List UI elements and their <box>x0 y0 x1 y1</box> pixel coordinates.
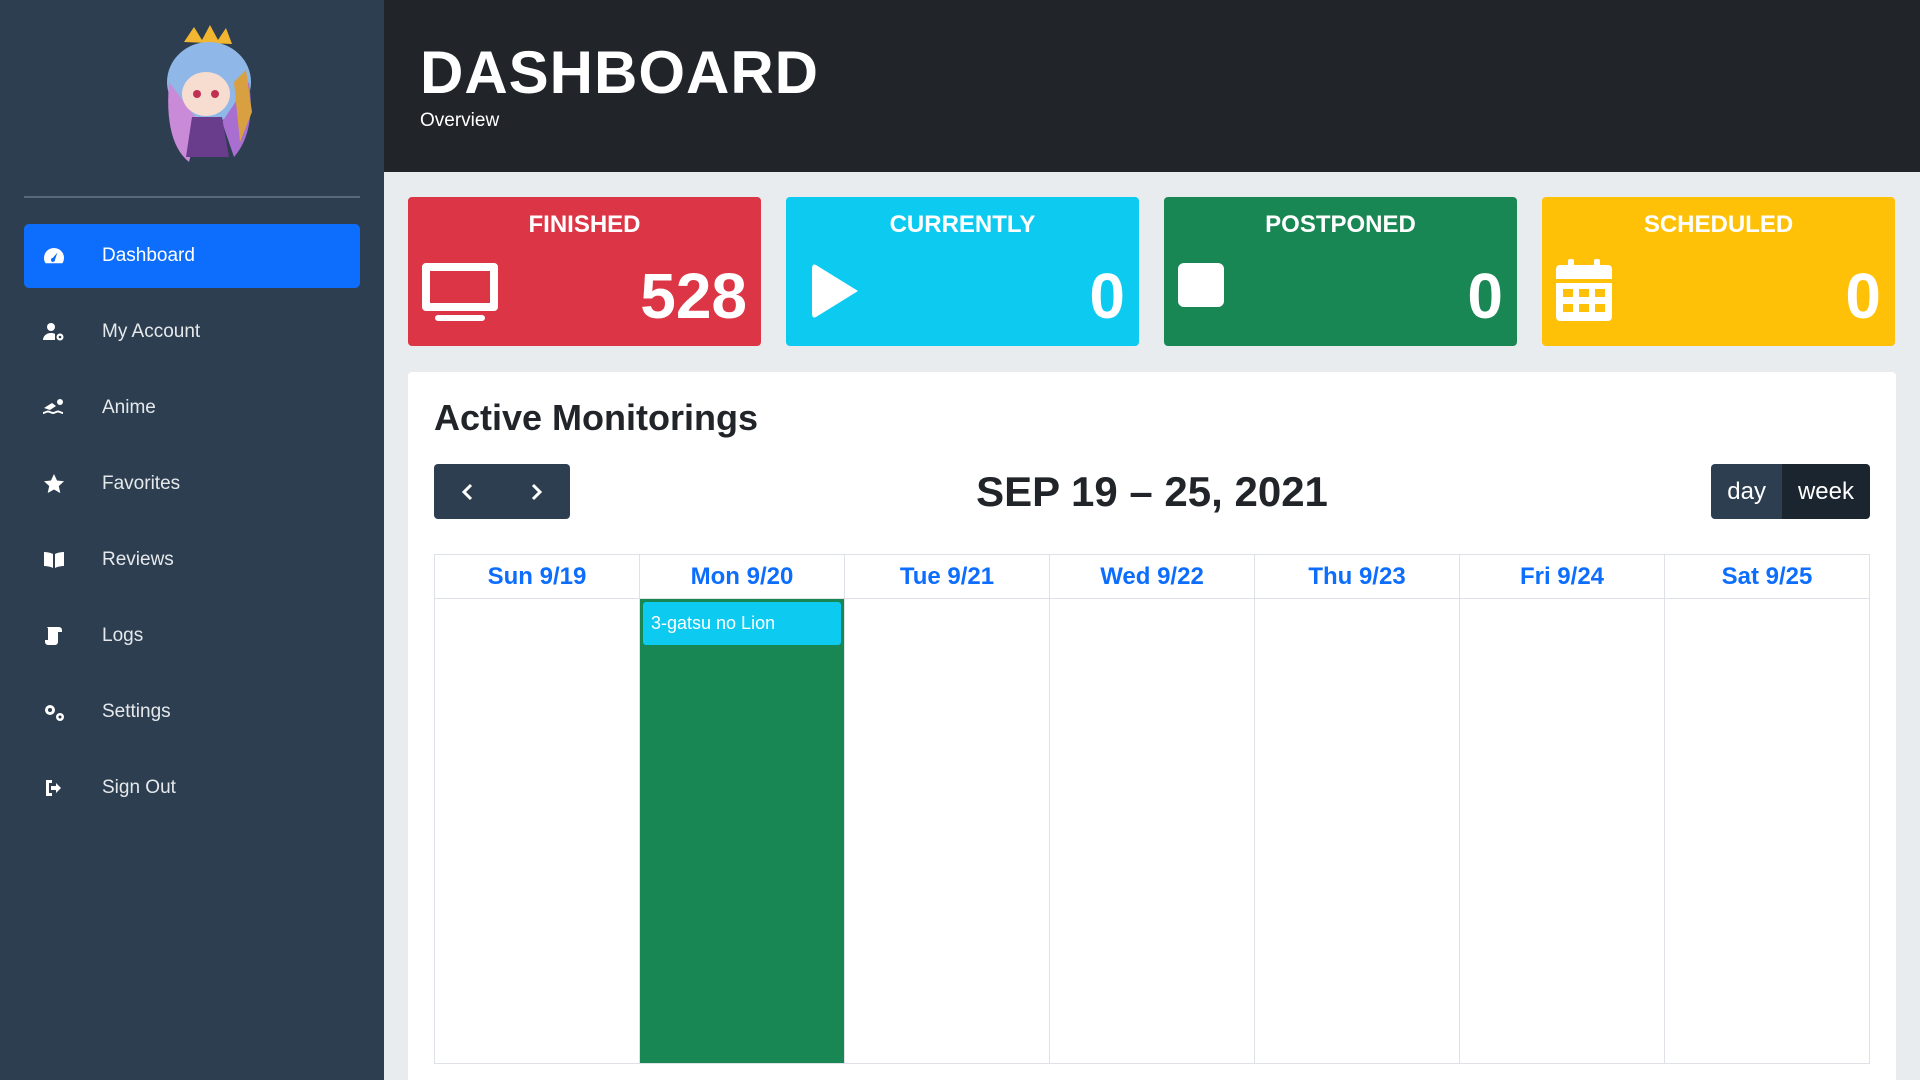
day-header-mon[interactable]: Mon 9/20 <box>640 555 845 599</box>
day-view-button[interactable]: day <box>1711 464 1782 519</box>
page-subtitle: Overview <box>420 110 500 131</box>
page-title: DASHBOARD <box>420 39 819 106</box>
view-toggle: day week <box>1711 464 1870 519</box>
sidebar-nav: Dashboard My Account Anime Favorites Rev… <box>24 224 360 832</box>
day-header-fri[interactable]: Fri 9/24 <box>1460 555 1665 599</box>
scroll-icon <box>40 622 68 650</box>
week-calendar: Sun 9/19 Mon 9/20 Tue 9/21 Wed 9/22 Thu … <box>434 554 1870 1064</box>
sidebar-item-label: Logs <box>102 625 144 646</box>
stat-label: SCHEDULED <box>1643 211 1794 238</box>
sidebar-item-anime[interactable]: Anime <box>24 376 360 440</box>
stat-value: 528 <box>640 260 747 332</box>
sidebar-item-sign-out[interactable]: Sign Out <box>24 756 360 820</box>
day-header-sun[interactable]: Sun 9/19 <box>435 555 640 599</box>
sidebar-item-label: Favorites <box>102 473 181 494</box>
stat-value: 0 <box>1845 260 1881 332</box>
active-monitorings-panel: Active Monitorings SEP 19 – 25, 2021 day… <box>408 372 1896 1080</box>
calendar-icon <box>1556 259 1612 326</box>
stop-icon <box>1178 261 1224 312</box>
stat-card-finished: FINISHED 528 <box>408 197 761 346</box>
book-open-icon <box>40 546 68 574</box>
user-cog-icon <box>40 318 68 346</box>
day-column-tue[interactable] <box>845 599 1050 1063</box>
stat-value: 0 <box>1089 260 1125 332</box>
sidebar-item-dashboard[interactable]: Dashboard <box>24 224 360 288</box>
cogs-icon <box>40 698 68 726</box>
day-header-tue[interactable]: Tue 9/21 <box>845 555 1050 599</box>
sidebar-item-reviews[interactable]: Reviews <box>24 528 360 592</box>
stat-label: POSTPONED <box>1265 211 1416 238</box>
chevron-right-icon <box>531 483 543 500</box>
stat-card-currently: CURRENTLY 0 <box>786 197 1139 346</box>
stat-card-scheduled: SCHEDULED 0 <box>1542 197 1895 346</box>
week-view-button[interactable]: week <box>1781 464 1870 519</box>
chevron-left-icon <box>461 483 473 500</box>
sidebar-item-my-account[interactable]: My Account <box>24 300 360 364</box>
calendar-header: Sun 9/19 Mon 9/20 Tue 9/21 Wed 9/22 Thu … <box>435 555 1869 599</box>
avatar-section <box>24 0 360 198</box>
day-header-wed[interactable]: Wed 9/22 <box>1050 555 1255 599</box>
day-column-fri[interactable] <box>1460 599 1665 1063</box>
calendar-range-title: SEP 19 – 25, 2021 <box>976 468 1328 515</box>
calendar-nav <box>434 464 570 519</box>
sidebar-item-label: Reviews <box>102 549 174 570</box>
sidebar-item-label: Sign Out <box>102 777 176 798</box>
swimmer-icon <box>40 394 68 422</box>
star-icon <box>40 470 68 498</box>
stat-label: FINISHED <box>528 211 641 238</box>
day-column-thu[interactable] <box>1255 599 1460 1063</box>
day-column-sat[interactable] <box>1665 599 1869 1063</box>
calendar-event[interactable]: 3-gatsu no Lion <box>643 602 841 645</box>
sidebar-item-label: Dashboard <box>102 245 195 266</box>
page-header: DASHBOARD Overview <box>384 0 1920 172</box>
next-week-button[interactable] <box>502 464 570 519</box>
sidebar-item-settings[interactable]: Settings <box>24 680 360 744</box>
sidebar-item-label: Settings <box>102 701 171 722</box>
sidebar-item-label: My Account <box>102 321 201 342</box>
day-header-thu[interactable]: Thu 9/23 <box>1255 555 1460 599</box>
stat-card-postponed: POSTPONED 0 <box>1164 197 1517 346</box>
sidebar-item-label: Anime <box>102 397 156 418</box>
day-column-mon[interactable]: 3-gatsu no Lion <box>640 599 845 1063</box>
day-column-sun[interactable] <box>435 599 640 1063</box>
sidebar-item-logs[interactable]: Logs <box>24 604 360 668</box>
prev-week-button[interactable] <box>434 464 502 519</box>
avatar <box>167 25 252 162</box>
day-column-wed[interactable] <box>1050 599 1255 1063</box>
stat-label: CURRENTLY <box>889 211 1036 238</box>
panel-title: Active Monitorings <box>434 397 759 438</box>
day-header-sat[interactable]: Sat 9/25 <box>1665 555 1869 599</box>
sidebar-item-favorites[interactable]: Favorites <box>24 452 360 516</box>
play-icon <box>812 263 860 324</box>
tachometer-icon <box>40 242 68 270</box>
sidebar: Dashboard My Account Anime Favorites Rev… <box>0 0 384 1080</box>
sign-out-icon <box>40 774 68 802</box>
tv-icon <box>422 261 498 328</box>
stat-value: 0 <box>1467 260 1503 332</box>
